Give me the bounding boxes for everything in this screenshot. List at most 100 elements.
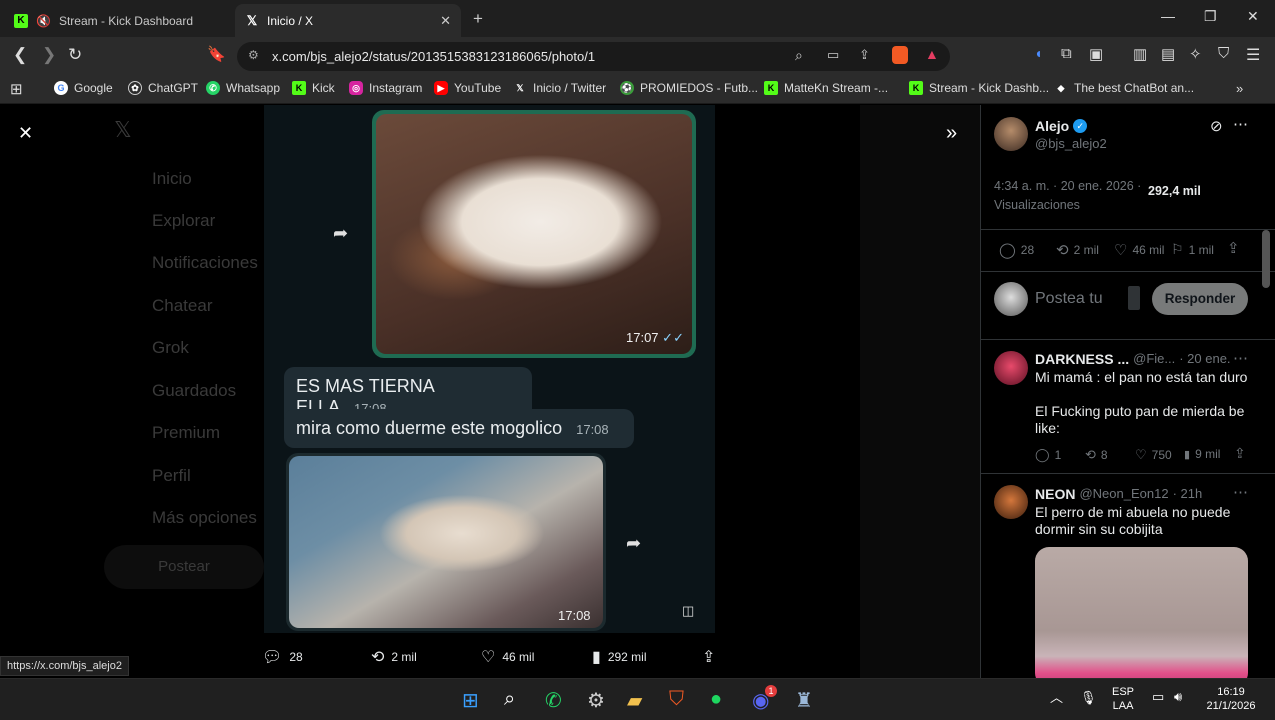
- new-tab-button[interactable]: +: [473, 9, 483, 29]
- bookmark-whatsapp[interactable]: ✆ Whatsapp: [206, 81, 280, 95]
- reply-text: El Fucking puto pan de mierda be like:: [1035, 403, 1245, 436]
- microphone-icon[interactable]: 🎙︎: [1080, 691, 1097, 705]
- more-options-icon[interactable]: ⋯: [1233, 115, 1248, 133]
- menu-icon[interactable]: ☰: [1246, 45, 1260, 65]
- bookmark-kick[interactable]: K Kick: [292, 81, 335, 95]
- bookmark-chatgpt[interactable]: ✿ ChatGPT: [128, 81, 198, 95]
- tray-chevron-icon[interactable]: ︿: [1050, 691, 1063, 705]
- file-explorer-icon[interactable]: ▰: [627, 688, 642, 713]
- leo-icon[interactable]: ▣: [1089, 45, 1103, 63]
- bookmark-inicio-twitter[interactable]: 𝕏 Inicio / Twitter: [513, 81, 606, 95]
- start-icon[interactable]: ⊞: [462, 688, 479, 713]
- like-button[interactable]: ♡ 750: [1135, 447, 1172, 463]
- reply-media[interactable]: [1035, 547, 1248, 685]
- forward-icon: ➦: [333, 223, 349, 243]
- post-photo[interactable]: 17:07 ✓✓ ➦ ES MAS TIERNA ELLA17:08 mira …: [264, 105, 715, 633]
- bookmark-icon[interactable]: 🔖: [207, 45, 226, 63]
- grok-icon[interactable]: ⊘: [1210, 117, 1223, 135]
- share-icon[interactable]: ⇪: [1234, 445, 1246, 462]
- maximize-icon[interactable]: ❐: [1204, 8, 1217, 25]
- reply-author-handle[interactable]: @Fie...: [1133, 351, 1175, 367]
- repost-button[interactable]: ⟲ 2 mil: [371, 647, 417, 667]
- share-icon[interactable]: ⇪: [1227, 239, 1240, 257]
- bookmark-matteikn[interactable]: K MatteKn Stream -...: [764, 81, 888, 95]
- sidebar-toggle-icon[interactable]: ▥: [1133, 45, 1147, 63]
- reload-icon[interactable]: ↻: [68, 45, 82, 65]
- site-info-icon[interactable]: ⚙: [248, 48, 259, 62]
- address-bar[interactable]: ⚙ x.com/bjs_alejo2/status/20135153831231…: [237, 42, 950, 71]
- reply-author-handle[interactable]: @Neon_Eon12: [1079, 486, 1168, 502]
- volume-icon[interactable]: 🔊︎: [1174, 690, 1182, 704]
- reply-text: El perro de mi abuela no puede dormir si…: [1035, 504, 1231, 537]
- close-viewer-icon[interactable]: ✕: [18, 123, 33, 144]
- nav-premium: Premium: [152, 423, 221, 442]
- reply-button[interactable]: 💬︎ 28: [262, 647, 303, 667]
- tab-title: Stream - Kick Dashboard: [58, 13, 194, 28]
- whatsapp-icon[interactable]: ✆: [545, 688, 562, 713]
- tab-kick-dashboard[interactable]: K 🔇 Stream - Kick Dashboard: [4, 4, 232, 37]
- steam-icon[interactable]: ⚙: [587, 688, 605, 713]
- forward-icon[interactable]: ❯: [42, 45, 56, 65]
- tab-inicio-x[interactable]: 𝕏 Inicio / X ✕: [235, 4, 461, 37]
- language-indicator[interactable]: ESP LAA: [1112, 685, 1134, 713]
- wallet-icon[interactable]: ▤: [1161, 45, 1175, 63]
- views-button[interactable]: ▮ 9 mil: [1184, 447, 1220, 461]
- avatar[interactable]: [994, 351, 1028, 385]
- input-scroll-handle[interactable]: [1128, 286, 1140, 310]
- cast-icon[interactable]: ▭: [827, 47, 839, 63]
- share-icon[interactable]: ⇪: [859, 47, 870, 63]
- bookmark-google[interactable]: G Google: [54, 81, 113, 95]
- repost-button[interactable]: ⟲ 2 mil: [1056, 241, 1099, 259]
- reply-time[interactable]: · 20 ene.: [1179, 351, 1230, 367]
- share-button[interactable]: ⇪: [702, 647, 715, 667]
- like-button[interactable]: ♡ 46 mil: [481, 647, 534, 667]
- repost-button[interactable]: ⟲ 8: [1085, 447, 1108, 463]
- close-window-icon[interactable]: ✕: [1247, 8, 1259, 25]
- brave-rewards-icon[interactable]: ▲: [925, 46, 939, 62]
- reply-button[interactable]: ◯ 28: [999, 241, 1034, 259]
- scrollbar[interactable]: [1262, 230, 1270, 288]
- search-icon[interactable]: ⌕: [795, 47, 803, 64]
- extensions-icon[interactable]: ⧉: [1061, 45, 1072, 62]
- app-icon[interactable]: ♜: [795, 688, 813, 713]
- bookmark-promiedos[interactable]: ⚽ PROMIEDOS - Futb...: [620, 81, 758, 95]
- author-name[interactable]: Alejo ✓: [1035, 118, 1088, 134]
- reply-input[interactable]: Postea tu: [1035, 290, 1103, 308]
- avatar[interactable]: [994, 485, 1028, 519]
- ai-sparkle-icon[interactable]: ✧: [1189, 45, 1202, 63]
- expand-sidebar-icon[interactable]: »: [946, 122, 957, 145]
- more-options-icon[interactable]: ⋯: [1233, 349, 1248, 367]
- back-icon[interactable]: ❮: [13, 45, 27, 65]
- more-options-icon[interactable]: ⋯: [1233, 483, 1248, 501]
- avatar[interactable]: [994, 117, 1028, 151]
- bookmark-instagram[interactable]: ◎ Instagram: [349, 81, 422, 95]
- bookmark-button[interactable]: ⚐ 1 mil: [1171, 241, 1214, 258]
- author-handle[interactable]: @bjs_alejo2: [1035, 136, 1107, 151]
- minimize-icon[interactable]: —: [1161, 8, 1175, 24]
- vpn-shield-icon[interactable]: ⛉: [1218, 45, 1229, 62]
- search-icon[interactable]: ⌕: [504, 688, 515, 711]
- reply-author-name[interactable]: DARKNESS ...: [1035, 351, 1129, 367]
- bookmark-youtube[interactable]: ▶ YouTube: [434, 81, 501, 95]
- brave-shields-icon[interactable]: [892, 46, 908, 64]
- kick-icon: K: [14, 13, 28, 28]
- muted-icon[interactable]: 🔇: [36, 14, 51, 28]
- clock[interactable]: 16:19 21/1/2026: [1200, 685, 1262, 713]
- close-tab-icon[interactable]: ✕: [440, 13, 451, 29]
- responder-button[interactable]: Responder: [1152, 283, 1248, 315]
- network-icon[interactable]: ▭: [1152, 690, 1164, 704]
- more-bookmarks-icon[interactable]: »: [1236, 81, 1243, 96]
- bookmark-kick-dashboard[interactable]: K Stream - Kick Dashb...: [909, 81, 1049, 95]
- like-button[interactable]: ♡ 46 mil: [1114, 241, 1164, 259]
- apps-grid-icon[interactable]: ⊞: [10, 80, 23, 98]
- post-timestamp[interactable]: 4:34 a. m. · 20 ene. 2026 ·: [994, 179, 1141, 193]
- reply-time[interactable]: · 21h: [1173, 486, 1203, 502]
- spotify-icon[interactable]: ●: [710, 688, 722, 711]
- views-button[interactable]: ▮ 292 mil: [592, 647, 647, 667]
- speedreader-icon[interactable]: ◖: [1034, 45, 1042, 61]
- reply-button[interactable]: ◯ 1: [1035, 447, 1061, 463]
- url-text[interactable]: x.com/bjs_alejo2/status/2013515383123186…: [272, 49, 595, 64]
- brave-icon[interactable]: ⛉: [669, 688, 684, 711]
- bookmark-chatbot[interactable]: ◆ The best ChatBot an...: [1054, 81, 1195, 95]
- reply-author-name[interactable]: NEON: [1035, 486, 1075, 502]
